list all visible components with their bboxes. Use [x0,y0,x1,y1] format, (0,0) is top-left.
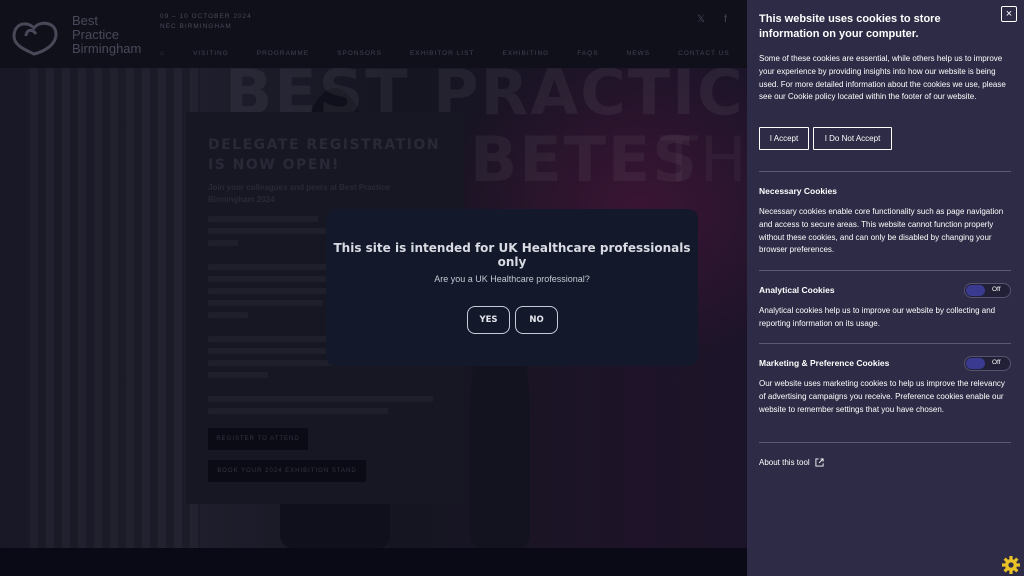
marketing-cookies-toggle[interactable]: Off [964,356,1011,371]
yes-button[interactable]: YES [467,306,510,334]
toggle-knob [966,285,985,296]
external-link-icon [815,458,824,467]
modal-title: This site is intended for UK Healthcare … [333,241,691,269]
divider [759,442,1011,443]
about-this-tool-label: About this tool [759,458,810,467]
accept-cookies-button[interactable]: I Accept [759,127,809,150]
reject-cookies-button[interactable]: I Do Not Accept [813,127,892,150]
necessary-cookies-title: Necessary Cookies [759,186,837,196]
toggle-state-label: Off [992,286,1001,293]
toggle-state-label: Off [992,359,1001,366]
marketing-cookies-text: Our website uses marketing cookies to he… [759,379,1005,414]
divider [759,270,1011,271]
analytical-cookies-title: Analytical Cookies [759,285,835,295]
cookie-settings-gear-icon[interactable] [982,534,1024,576]
analytical-cookies-toggle[interactable]: Off [964,283,1011,298]
close-icon[interactable]: × [1001,6,1017,22]
divider [759,343,1011,344]
necessary-cookies-text: Necessary cookies enable core functional… [759,207,1004,255]
healthcare-professional-modal: This site is intended for UK Healthcare … [326,209,698,366]
about-this-tool-link[interactable]: About this tool [759,458,824,467]
toggle-knob [966,358,985,369]
no-button[interactable]: NO [515,306,558,334]
divider [759,171,1011,172]
cookie-panel-intro: Some of these cookies are essential, whi… [759,54,1006,102]
analytical-cookies-text: Analytical cookies help us to improve ou… [759,306,996,328]
marketing-cookies-title: Marketing & Preference Cookies [759,358,890,368]
cookie-panel-title: This website uses cookies to store infor… [759,13,941,40]
modal-question: Are you a UK Healthcare professional? [434,274,590,284]
